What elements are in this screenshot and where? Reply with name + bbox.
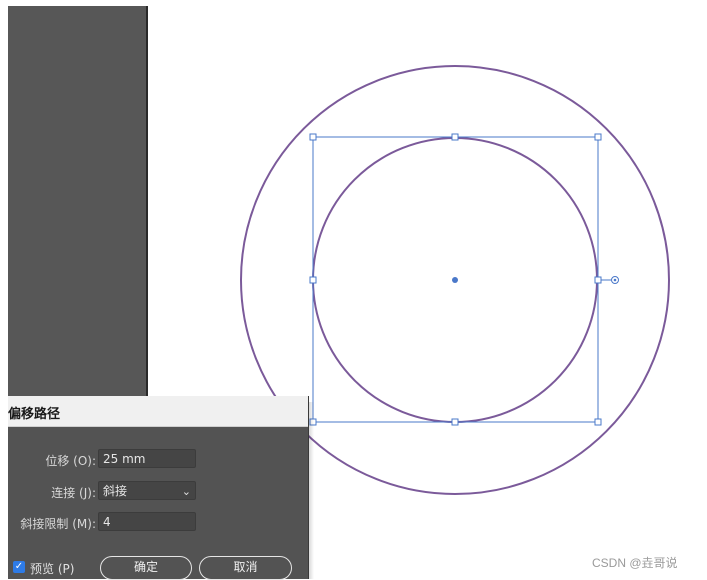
join-select[interactable]: 斜接 ⌄: [98, 481, 196, 500]
miter-limit-label: 斜接限制 (M):: [20, 517, 96, 531]
join-select-value: 斜接: [103, 484, 128, 498]
dialog-titlebar[interactable]: 偏移路径: [8, 396, 308, 427]
preview-checkbox[interactable]: ✓: [13, 561, 25, 573]
center-point: [452, 277, 458, 283]
ok-button[interactable]: 确定: [100, 556, 192, 580]
handle-bottom-right[interactable]: [594, 418, 602, 426]
handle-top-mid[interactable]: [451, 133, 459, 141]
checkmark-icon: ✓: [14, 561, 24, 572]
live-corner-widget-dot: [613, 278, 617, 282]
join-label: 连接 (J):: [51, 486, 96, 500]
handle-bottom-mid[interactable]: [451, 418, 459, 426]
handle-mid-right[interactable]: [594, 276, 602, 284]
handle-mid-left[interactable]: [309, 276, 317, 284]
handle-top-left[interactable]: [309, 133, 317, 141]
offset-input[interactable]: 25 mm: [98, 449, 196, 468]
handle-top-right[interactable]: [594, 133, 602, 141]
watermark-text: CSDN @垚哥说: [592, 556, 678, 570]
preview-label: 预览 (P): [30, 562, 75, 576]
offset-path-dialog: 偏移路径 位移 (O): 25 mm 连接 (J): 斜接 ⌄ 斜接限制 (M)…: [8, 396, 309, 580]
offset-label: 位移 (O):: [45, 454, 96, 468]
miter-limit-input[interactable]: 4: [98, 512, 196, 531]
cancel-button[interactable]: 取消: [199, 556, 292, 580]
chevron-down-icon: ⌄: [181, 485, 191, 498]
dialog-title: 偏移路径: [8, 407, 61, 422]
